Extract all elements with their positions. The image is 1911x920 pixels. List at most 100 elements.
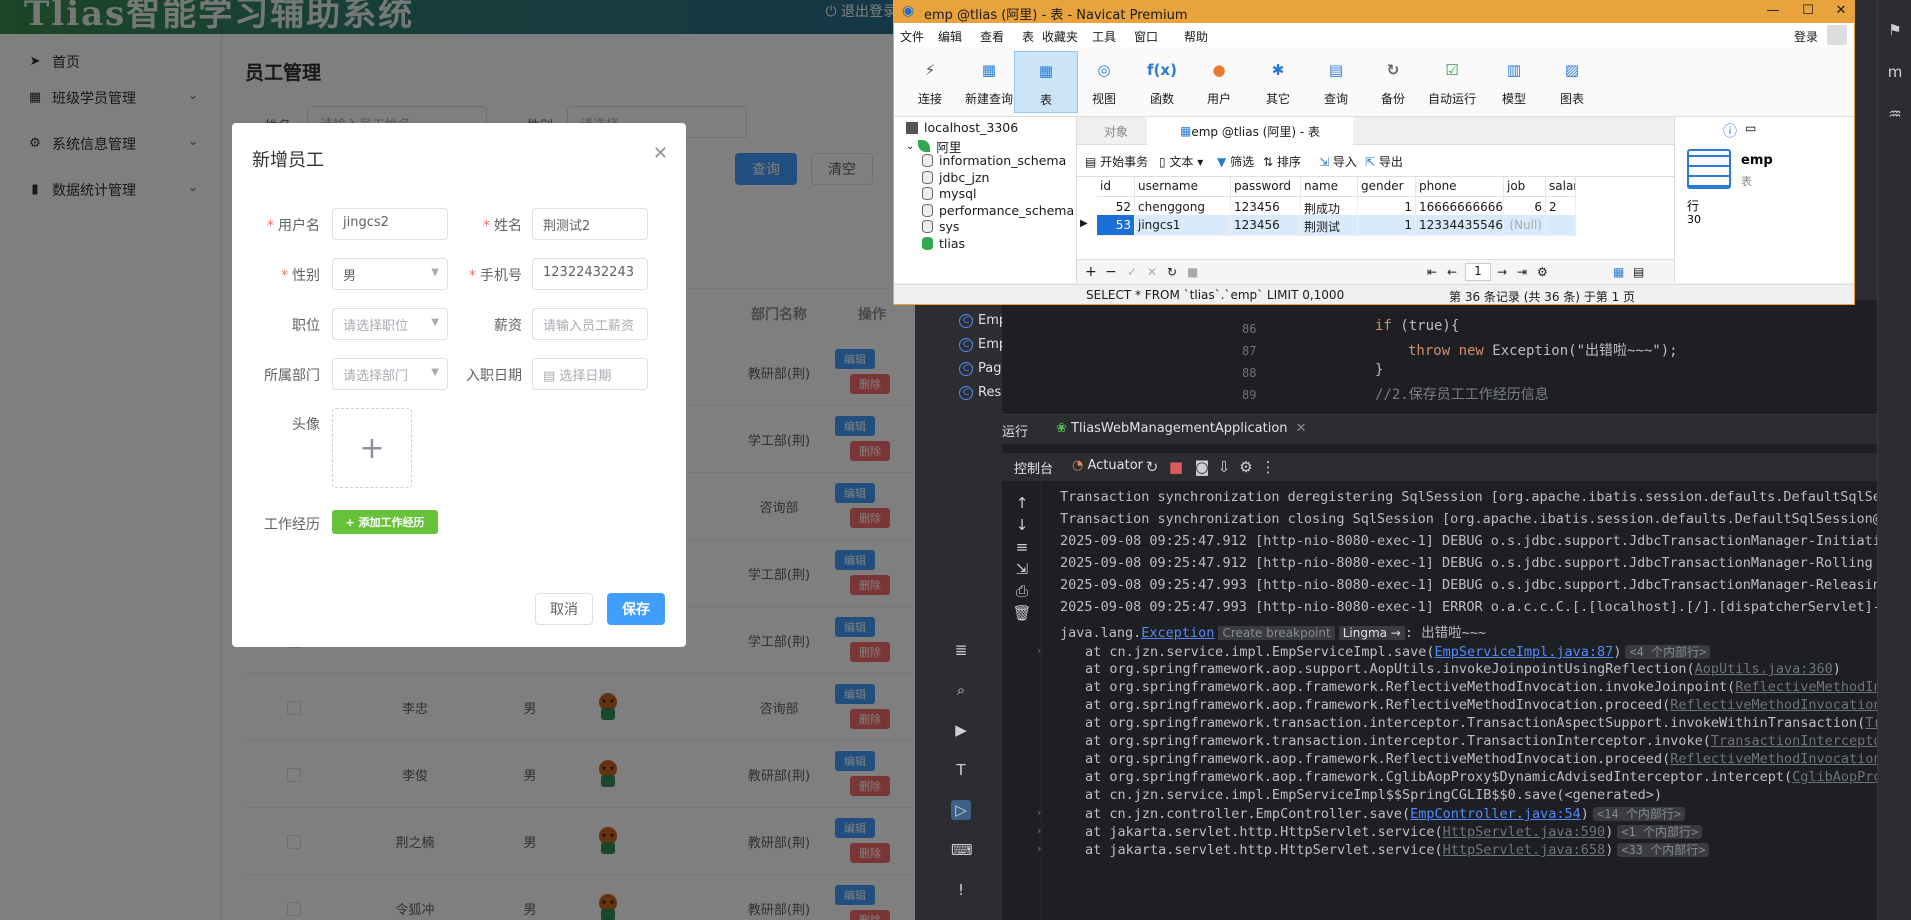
arrow-down-icon[interactable]: ↓ — [1012, 515, 1032, 535]
arrow-up-icon[interactable]: ↑ — [1012, 493, 1032, 513]
ddl-icon[interactable]: ▭ — [1745, 121, 1756, 135]
menu-item[interactable]: 文件 — [900, 28, 924, 45]
grid-view-icon[interactable]: ▦ — [1613, 265, 1624, 279]
trash-icon[interactable]: 🗑 — [1012, 603, 1032, 623]
grid-settings-icon[interactable]: ⚙ — [1537, 265, 1548, 279]
run-tab[interactable]: 运行 — [1002, 421, 1028, 440]
discard-icon[interactable]: ✕ — [1147, 265, 1157, 279]
tree-item-db[interactable]: information_schema — [922, 153, 1066, 168]
close-icon[interactable]: ✕ — [1832, 3, 1850, 18]
source-link[interactable]: ReflectiveMethodInvocation.j — [1670, 697, 1898, 713]
tree-item-db[interactable]: jdbc_jzn — [922, 170, 989, 185]
services-icon[interactable]: ▶ — [951, 720, 971, 740]
gradle-icon[interactable]: ♒ — [1885, 104, 1905, 124]
source-link[interactable]: EmpController.java:54 — [1410, 806, 1581, 822]
create-breakpoint-hint[interactable]: Create breakpoint — [1218, 626, 1335, 640]
refresh-icon[interactable]: ↻ — [1167, 265, 1177, 279]
column-header-phone[interactable]: phone — [1416, 177, 1504, 197]
more-icon[interactable]: ⋮ — [1258, 457, 1278, 477]
data-grid[interactable]: id username password name gender phone job sala… — [1077, 177, 1674, 259]
database-icon[interactable]: ≣ — [951, 640, 971, 660]
menu-item[interactable]: 编辑 — [938, 28, 962, 45]
toolbar-button-tools[interactable]: ✱ 其它 — [1246, 51, 1310, 113]
scroll-end-icon[interactable]: ⇲ — [1012, 559, 1032, 579]
tab-emp-table[interactable]: ▦ emp @tlias (阿里) - 表 — [1147, 117, 1353, 145]
problems-icon[interactable]: ! — [951, 880, 971, 900]
menu-item[interactable]: 查看 — [980, 28, 1004, 45]
toolbar-button-chart[interactable]: ▨ 图表 — [1540, 51, 1604, 113]
toolbar-button-new-query[interactable]: ▦ 新建查询 — [957, 51, 1021, 113]
save-button[interactable]: 保存 — [607, 593, 665, 625]
grid-cell[interactable]: 12334435546 — [1416, 215, 1504, 236]
tree-item-db[interactable]: sys — [922, 219, 959, 234]
source-link[interactable]: TransactionInterceptor. — [1711, 733, 1898, 749]
grid-cell[interactable]: (Null) — [1504, 215, 1546, 236]
grid-cell[interactable] — [1546, 215, 1576, 236]
lingma-hint[interactable]: Lingma → — [1338, 626, 1405, 640]
tree-item-conn[interactable]: localhost_3306 — [906, 120, 1018, 135]
add-experience-button[interactable]: + 添加工作经历 — [332, 510, 438, 534]
delete-record-icon[interactable]: − — [1105, 264, 1117, 280]
menu-item[interactable]: 窗口 — [1134, 28, 1158, 45]
print-icon[interactable]: ⎙ — [1012, 581, 1032, 601]
console-output[interactable]: Transaction synchronization deregisterin… — [1002, 481, 1905, 920]
entry-date-picker[interactable]: ▤ 选择日期 — [532, 358, 648, 390]
app-run-tab[interactable]: ❀ TliasWebManagementApplication ✕ — [1056, 421, 1306, 436]
filter-button[interactable]: ▼ 筛选 — [1217, 153, 1254, 170]
settings-icon[interactable]: ⚙ — [1236, 457, 1256, 477]
add-record-icon[interactable]: + — [1085, 264, 1097, 280]
apply-icon[interactable]: ✓ — [1127, 265, 1137, 279]
wrap-icon[interactable]: ≡ — [1012, 537, 1032, 557]
menu-item[interactable]: 收藏夹 — [1042, 28, 1078, 45]
next-page-icon[interactable]: → — [1497, 265, 1507, 279]
code-editor[interactable]: 86 87 88 89 if (true){ throw new Excepti… — [1002, 300, 1877, 408]
export-button[interactable]: ⇱ 导出 — [1365, 153, 1403, 170]
tree-item-db[interactable]: mysql — [922, 186, 977, 201]
exception-name[interactable]: Exception — [1141, 625, 1214, 641]
search-icon[interactable]: ⌕ — [951, 680, 971, 700]
menu-item[interactable]: 帮助 — [1184, 28, 1208, 45]
run-icon[interactable]: ▷ — [951, 800, 971, 820]
column-header-gender[interactable]: gender — [1358, 177, 1416, 197]
source-link[interactable]: EmpServiceImpl.java:87 — [1435, 644, 1614, 660]
toolbar-button-user[interactable]: ● 用户 — [1187, 51, 1251, 113]
toolbar-button-model[interactable]: ▥ 模型 — [1482, 51, 1546, 113]
column-header-username[interactable]: username — [1135, 177, 1231, 197]
grid-cell[interactable]: 荆测试 — [1301, 215, 1358, 236]
menu-item[interactable]: 工具 — [1092, 28, 1116, 45]
info-icon[interactable]: ⓘ — [1723, 121, 1737, 141]
gender-select[interactable]: 男 ▼ — [332, 258, 448, 290]
folded-lines-badge[interactable]: <4 个内部行> — [1625, 645, 1711, 659]
toolbar-button-function[interactable]: f(x) 函数 — [1130, 51, 1194, 113]
cancel-button[interactable]: 取消 — [535, 593, 593, 625]
page-input[interactable]: 1 — [1465, 263, 1491, 281]
stop-icon[interactable]: ■ — [1187, 265, 1198, 279]
column-header-job[interactable]: job — [1504, 177, 1546, 197]
username-input[interactable]: jingcs2 — [332, 208, 448, 240]
toolbar-button-query[interactable]: ▤ 查询 — [1304, 51, 1368, 113]
begin-transaction-button[interactable]: ▤ 开始事务 — [1085, 153, 1148, 170]
tree-item-db[interactable]: performance_schema — [922, 203, 1074, 218]
export-icon[interactable]: ⇩ — [1214, 457, 1234, 477]
column-header-id[interactable]: id — [1097, 177, 1135, 197]
toolbar-button-auto-run[interactable]: ☑ 自动运行 — [1420, 51, 1484, 113]
grid-cell[interactable]: jingcs1 — [1135, 215, 1231, 236]
column-header-name[interactable]: name — [1301, 177, 1358, 197]
folded-lines-badge[interactable]: <1 个内部行> — [1617, 825, 1703, 839]
salary-input[interactable]: 请输入员工薪资 — [532, 308, 648, 340]
toolbar-button-view[interactable]: ◎ 视图 — [1072, 51, 1136, 113]
form-view-icon[interactable]: ▤ — [1633, 265, 1644, 279]
tab-objects[interactable]: 对象 — [1087, 117, 1145, 145]
console-tab[interactable]: 控制台 — [1014, 458, 1053, 477]
stop-icon[interactable]: ■ — [1166, 457, 1186, 477]
toolbar-button-table[interactable]: ▦ 表 — [1014, 51, 1078, 113]
prev-page-icon[interactable]: ← — [1447, 265, 1457, 279]
actuator-tab[interactable]: ◔ Actuator — [1072, 458, 1143, 473]
folded-lines-badge[interactable]: <14 个内部行> — [1592, 807, 1686, 821]
column-header-salar[interactable]: salar — [1546, 177, 1576, 197]
last-page-icon[interactable]: ⇥ — [1517, 265, 1527, 279]
grid-cell[interactable]: 1 — [1358, 215, 1416, 236]
first-page-icon[interactable]: ⇤ — [1427, 265, 1437, 279]
camera-icon[interactable]: ◙ — [1192, 457, 1212, 477]
column-header-password[interactable]: password — [1231, 177, 1301, 197]
